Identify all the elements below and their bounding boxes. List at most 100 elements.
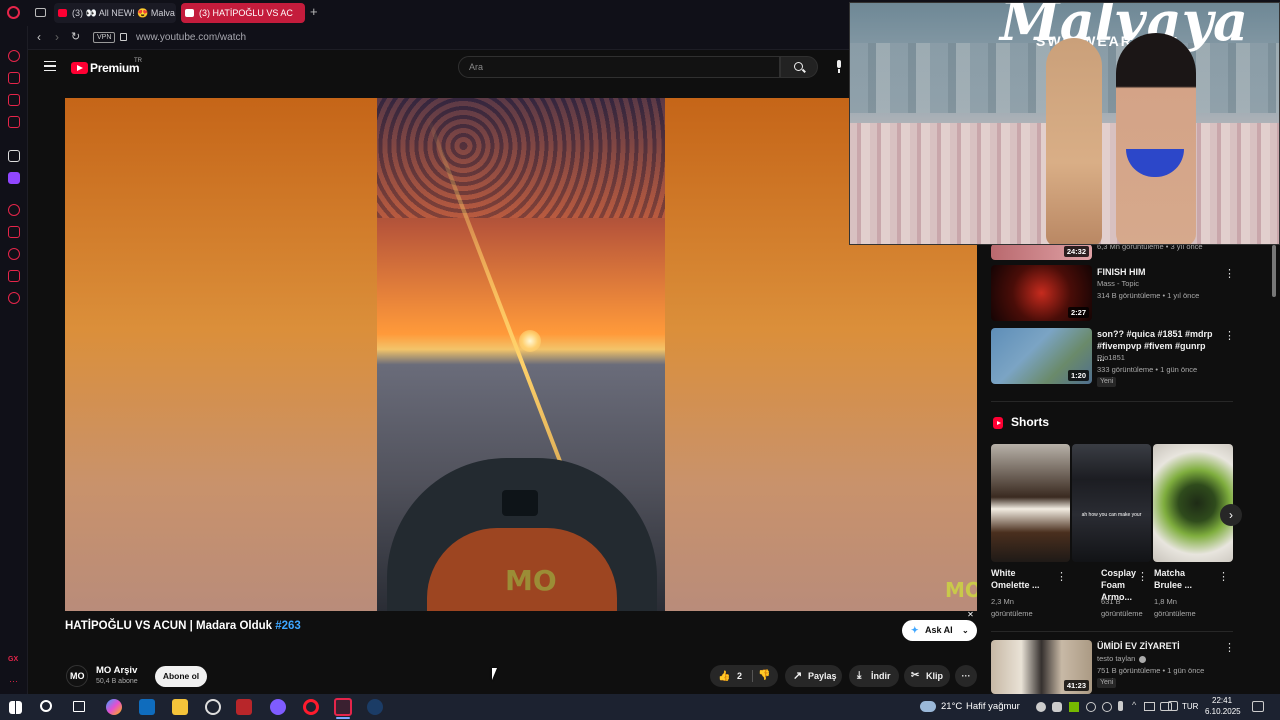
opera-logo-icon[interactable] xyxy=(7,6,20,19)
dislike-button[interactable]: 👎 xyxy=(758,665,770,687)
recommendation-title[interactable]: FINISH HIM xyxy=(1097,266,1217,278)
windows-start-icon[interactable] xyxy=(9,701,22,714)
aria-icon[interactable] xyxy=(8,72,20,84)
notification-icon[interactable] xyxy=(1252,701,1264,712)
channel-watermark-icon[interactable]: MO xyxy=(945,578,977,602)
weather-icon[interactable] xyxy=(920,701,936,712)
search-input[interactable]: Ara xyxy=(458,56,780,78)
weather-temp[interactable]: 21°C xyxy=(941,701,962,712)
subscribe-button[interactable]: Abone ol xyxy=(155,666,207,687)
steam-tray-icon[interactable] xyxy=(1036,702,1046,712)
microphone-tray-icon[interactable] xyxy=(1118,701,1123,711)
discord-tray-icon[interactable] xyxy=(1052,702,1062,712)
speaker-icon[interactable] xyxy=(1168,701,1178,711)
more-actions-button[interactable]: ··· xyxy=(955,665,977,687)
share-button[interactable]: ↗ Paylaş xyxy=(785,665,842,687)
like-button[interactable]: 👍 2 xyxy=(718,665,742,688)
search-icon[interactable] xyxy=(40,700,52,712)
picture-in-picture-video[interactable]: Malvaya SWIMWEAR xyxy=(849,2,1280,245)
microphone-icon[interactable] xyxy=(834,58,844,76)
kebab-menu-icon[interactable]: ⋮ xyxy=(1218,570,1229,583)
short-title[interactable]: Matcha Brulee ... xyxy=(1154,567,1209,591)
search-button[interactable] xyxy=(780,56,818,78)
lock-icon xyxy=(120,33,127,41)
recommendation-channel[interactable]: testo taylan xyxy=(1097,653,1147,665)
twitch-icon[interactable] xyxy=(8,172,20,184)
clock-time[interactable]: 22:41 xyxy=(1212,696,1232,705)
input-language[interactable]: TUR xyxy=(1182,702,1198,711)
downloads-icon[interactable] xyxy=(8,270,20,282)
more-icon[interactable]: ··· xyxy=(9,676,18,686)
short-views-line: 1,8 Mn xyxy=(1154,597,1177,606)
url-field[interactable]: www.youtube.com/watch xyxy=(136,32,246,43)
history-icon[interactable] xyxy=(8,248,20,260)
music-icon[interactable] xyxy=(8,116,20,128)
opera-icon[interactable] xyxy=(303,699,319,715)
tab-overview-icon[interactable] xyxy=(35,8,46,17)
messenger-icon[interactable] xyxy=(8,94,20,106)
vpn-badge[interactable]: VPN xyxy=(93,32,116,43)
recommendation-title[interactable]: ÜMİDİ EV ZİYARETİ xyxy=(1097,640,1180,652)
short-thumbnail[interactable]: ah how you can make your xyxy=(1072,444,1151,562)
kebab-menu-icon[interactable]: ⋮ xyxy=(1224,641,1235,654)
notes-icon[interactable] xyxy=(8,226,20,238)
kebab-menu-icon[interactable]: ⋮ xyxy=(1056,570,1067,583)
clip-button[interactable]: ✂ Klip xyxy=(904,665,950,687)
outlook-icon[interactable] xyxy=(139,699,155,715)
app-tray-icon[interactable] xyxy=(1102,702,1112,712)
nvidia-tray-icon[interactable] xyxy=(1069,702,1079,712)
video-player[interactable]: MO MO xyxy=(65,98,977,611)
menu-icon[interactable] xyxy=(44,61,56,71)
channel-name-text: testo taylan xyxy=(1097,654,1136,663)
copilot-icon[interactable] xyxy=(106,699,122,715)
forward-icon[interactable]: › xyxy=(55,30,59,44)
recommendation-channel[interactable]: Mass - Topic xyxy=(1097,278,1139,290)
tab-malvaya[interactable]: (3) 👀 All NEW! 😍 Malva xyxy=(54,3,176,23)
reload-icon[interactable]: ↻ xyxy=(71,30,80,43)
arrow-app-icon[interactable] xyxy=(8,150,20,162)
player-icon[interactable] xyxy=(8,204,20,216)
channel-name[interactable]: MO Arşiv xyxy=(96,665,137,676)
speed-dial-icon[interactable] xyxy=(8,50,20,62)
task-view-icon[interactable] xyxy=(73,701,85,712)
system-tray-icons[interactable]: ^ xyxy=(1036,700,1176,714)
active-app-indicator xyxy=(336,717,350,719)
short-title-line: Omelette ... xyxy=(991,580,1040,590)
discord-like-icon[interactable] xyxy=(270,699,286,715)
app-tray-icon[interactable] xyxy=(1086,702,1096,712)
weather-desc[interactable]: Hafif yağmur xyxy=(966,701,1020,712)
steam-icon[interactable] xyxy=(367,699,383,715)
chevron-up-icon[interactable]: ^ xyxy=(1132,700,1136,710)
clock-date[interactable]: 6.10.2025 xyxy=(1205,707,1241,716)
scrollbar-thumb[interactable] xyxy=(1272,245,1276,297)
short-thumbnail[interactable] xyxy=(1153,444,1233,562)
recommendation-thumbnail[interactable]: 2:27 xyxy=(991,265,1092,321)
kebab-menu-icon[interactable]: ⋮ xyxy=(1224,329,1235,342)
channel-subscribers: 50,4 B abone xyxy=(96,678,138,685)
display-icon[interactable] xyxy=(1144,702,1155,711)
video-hashtag[interactable]: #263 xyxy=(275,620,301,632)
download-button[interactable]: ⤓ İndir xyxy=(849,665,899,687)
recommendation-thumbnail[interactable]: 41:23 xyxy=(991,640,1092,694)
recommendation-thumbnail[interactable]: 24:32 xyxy=(991,244,1092,260)
voice-meeter-icon[interactable] xyxy=(236,699,252,715)
recommendation-thumbnail[interactable]: 1:20 xyxy=(991,328,1092,384)
close-icon[interactable]: ✕ xyxy=(966,610,975,619)
file-explorer-icon[interactable] xyxy=(172,699,188,715)
back-icon[interactable]: ‹ xyxy=(37,30,41,44)
cloud-texture xyxy=(377,98,665,218)
recommendation-channel[interactable]: Rio1851 xyxy=(1097,352,1125,364)
ask-ai-button[interactable]: ✦ Ask AI ⌄ xyxy=(902,620,977,641)
new-tab-button[interactable]: + xyxy=(310,5,318,19)
settings-icon[interactable] xyxy=(8,292,20,304)
opera-gx-icon[interactable] xyxy=(334,698,352,716)
kebab-menu-icon[interactable]: ⋮ xyxy=(1137,570,1148,583)
kebab-menu-icon[interactable]: ⋮ xyxy=(1224,267,1235,280)
tab-hatipoglu-active[interactable]: (3) HATİPOĞLU VS AC xyxy=(181,3,305,23)
short-views-line: 2,3 Mn xyxy=(991,597,1014,606)
speedometer-app-icon[interactable] xyxy=(205,699,221,715)
shorts-next-button[interactable]: › xyxy=(1220,504,1242,526)
short-title[interactable]: White Omelette ... xyxy=(991,567,1051,591)
channel-avatar[interactable]: MO xyxy=(66,665,88,687)
short-thumbnail[interactable] xyxy=(991,444,1070,562)
